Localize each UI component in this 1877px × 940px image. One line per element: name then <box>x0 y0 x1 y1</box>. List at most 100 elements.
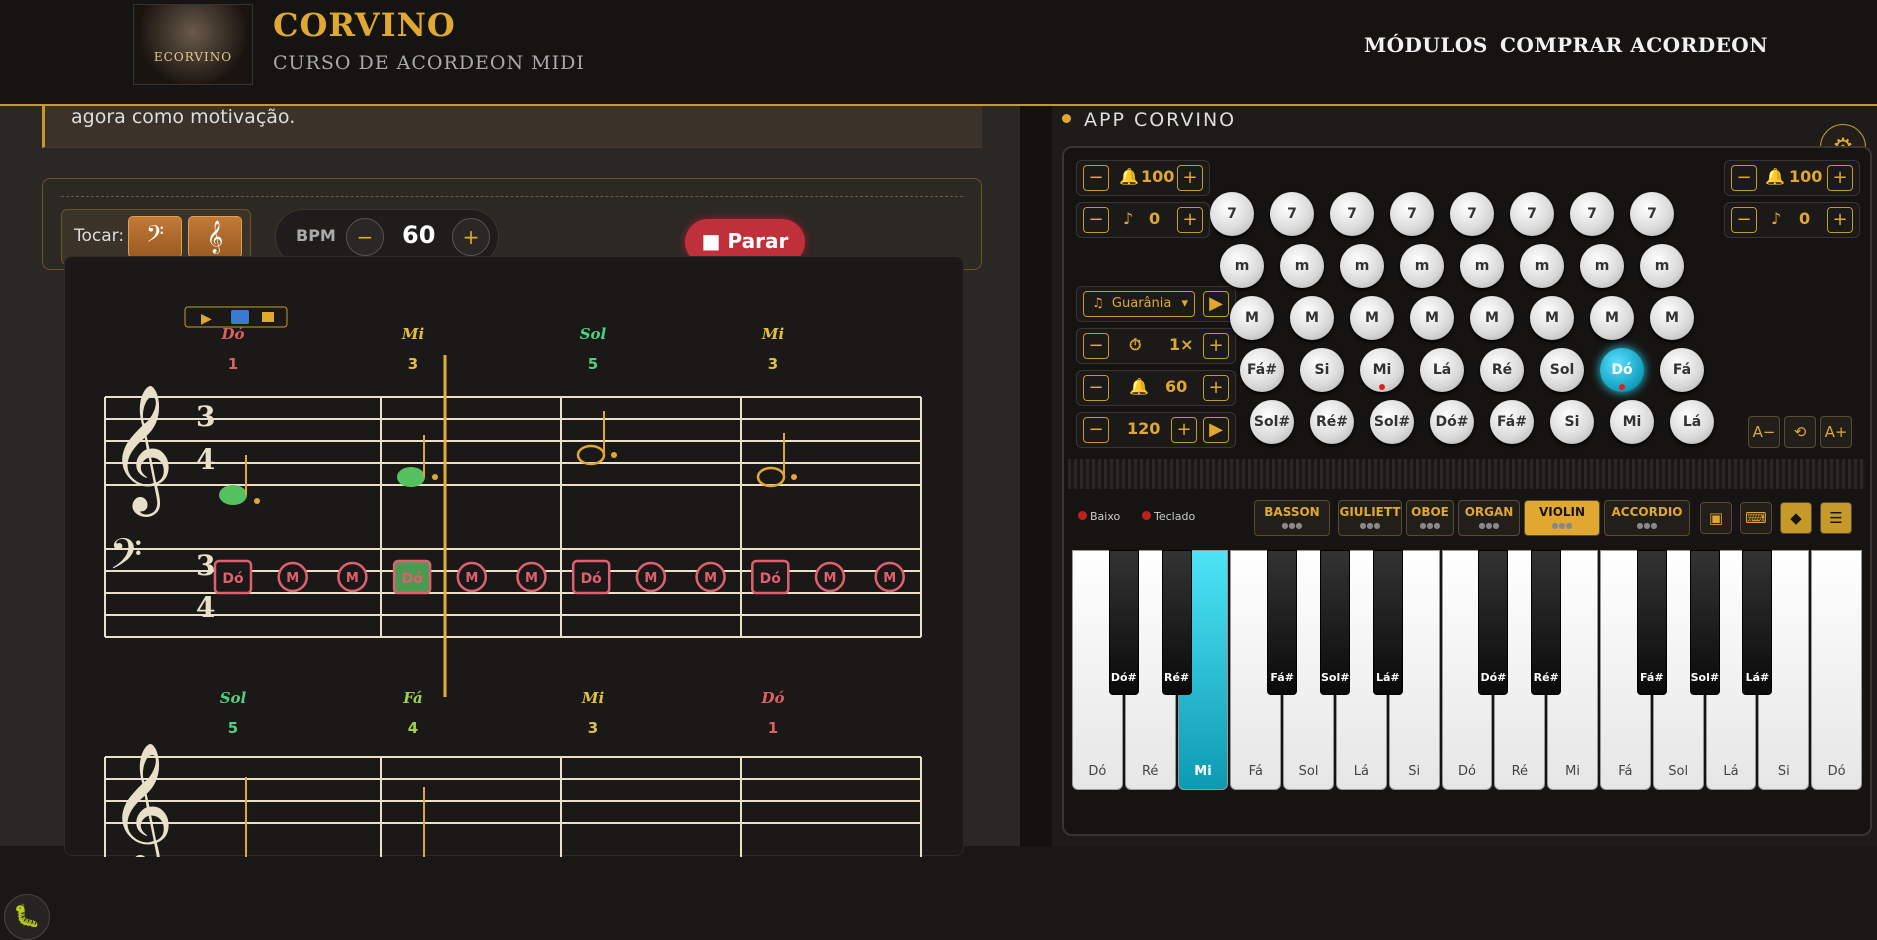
bass-button-rowM-1[interactable]: M <box>1290 296 1334 340</box>
bass-button-row7-0[interactable]: 7 <box>1210 192 1254 236</box>
toggle-baixo[interactable]: Baixo <box>1078 510 1120 523</box>
bass-button-rowM-7[interactable]: M <box>1650 296 1694 340</box>
piano-key-black-3[interactable]: Sol# <box>1320 550 1350 695</box>
bpm-decrease-button[interactable]: − <box>346 218 384 256</box>
rhythm-select[interactable]: ♫ Guarânia ▾ <box>1083 291 1195 317</box>
rhythm-play-button[interactable]: ▶ <box>1203 291 1229 317</box>
bass-button-rowm-5[interactable]: m <box>1520 244 1564 288</box>
piano-key-black-9[interactable]: Lá# <box>1742 550 1773 695</box>
bass-button-row_cb-7[interactable]: Lá <box>1670 400 1714 444</box>
nav-comprar-acordeon[interactable]: COMPRAR ACORDEON <box>1500 33 1768 57</box>
left-volume-plus[interactable]: + <box>1177 165 1203 191</box>
bass-button-row_fund-4[interactable]: Ré <box>1480 348 1524 392</box>
tempo-plus[interactable]: + <box>1171 417 1197 443</box>
font-smaller-button[interactable]: A− <box>1748 416 1780 448</box>
tempo-play-button[interactable]: ▶ <box>1203 417 1229 443</box>
metronome-volume-value: 60 <box>1165 377 1188 396</box>
bass-button-rowm-6[interactable]: m <box>1580 244 1624 288</box>
bass-button-label: M <box>1365 310 1379 326</box>
bass-button-rowm-0[interactable]: m <box>1220 244 1264 288</box>
register-accordio[interactable]: ACCORDIO ●●● <box>1604 500 1690 536</box>
left-transpose-minus[interactable]: − <box>1083 207 1109 233</box>
bass-button-row7-1[interactable]: 7 <box>1270 192 1314 236</box>
bass-button-row7-6[interactable]: 7 <box>1570 192 1614 236</box>
piano-key-label: Mi <box>1194 764 1212 779</box>
right-transpose-plus[interactable]: + <box>1827 207 1853 233</box>
bass-button-row7-3[interactable]: 7 <box>1390 192 1434 236</box>
bass-button-row_fund-1[interactable]: Si <box>1300 348 1344 392</box>
bass-button-rowm-3[interactable]: m <box>1400 244 1444 288</box>
bass-button-row_fund-6[interactable]: Dó <box>1600 348 1644 392</box>
piano-key-black-7[interactable]: Fá# <box>1636 550 1667 695</box>
bass-button-row_cb-2[interactable]: Sol# <box>1370 400 1414 444</box>
tag-icon[interactable]: ◆ <box>1780 502 1812 534</box>
speed-minus[interactable]: − <box>1083 333 1109 359</box>
bass-button-rowm-4[interactable]: m <box>1460 244 1504 288</box>
bass-button-row_cb-6[interactable]: Mi <box>1610 400 1654 444</box>
bass-button-row_cb-3[interactable]: Dó# <box>1430 400 1474 444</box>
bass-button-row7-2[interactable]: 7 <box>1330 192 1374 236</box>
bass-button-rowM-5[interactable]: M <box>1530 296 1574 340</box>
bass-button-row_cb-1[interactable]: Ré# <box>1310 400 1354 444</box>
bass-button-row7-5[interactable]: 7 <box>1510 192 1554 236</box>
bass-clef-button[interactable]: 𝄢 <box>128 216 182 258</box>
bass-button-rowM-0[interactable]: M <box>1230 296 1274 340</box>
bass-button-rowm-2[interactable]: m <box>1340 244 1384 288</box>
bass-button-row_cb-5[interactable]: Si <box>1550 400 1594 444</box>
left-volume-minus[interactable]: − <box>1083 165 1109 191</box>
bass-button-rowM-4[interactable]: M <box>1470 296 1514 340</box>
bass-button-row_fund-5[interactable]: Sol <box>1540 348 1584 392</box>
piano-key-label: Lá# <box>1375 671 1400 684</box>
tempo-minus[interactable]: − <box>1083 417 1109 443</box>
bass-button-row7-4[interactable]: 7 <box>1450 192 1494 236</box>
bass-button-row7-7[interactable]: 7 <box>1630 192 1674 236</box>
right-volume-minus[interactable]: − <box>1731 165 1757 191</box>
register-giuliett[interactable]: GIULIETT ●●● <box>1338 500 1402 536</box>
bass-button-rowM-6[interactable]: M <box>1590 296 1634 340</box>
right-transpose-minus[interactable]: − <box>1731 207 1757 233</box>
right-volume-plus[interactable]: + <box>1827 165 1853 191</box>
bellows-grille <box>1068 459 1866 489</box>
piano-key-label: Si <box>1777 764 1790 779</box>
register-bar: Baixo Teclado BASSON ●●● GIULIETT ●●● OBOE ●●… <box>1068 500 1866 542</box>
bug-icon[interactable]: 🐛 <box>4 894 50 940</box>
piano-key-black-2[interactable]: Fá# <box>1267 550 1298 695</box>
piano-key-black-5[interactable]: Dó# <box>1478 550 1509 695</box>
display-icon[interactable]: ▣ <box>1700 502 1732 534</box>
bass-button-row_fund-3[interactable]: Lá <box>1420 348 1464 392</box>
bass-button-row_cb-0[interactable]: Sol# <box>1250 400 1294 444</box>
bass-button-rowM-2[interactable]: M <box>1350 296 1394 340</box>
piano-key-black-6[interactable]: Ré# <box>1531 550 1562 695</box>
bass-button-row_cb-4[interactable]: Fá# <box>1490 400 1534 444</box>
metronome-volume-plus[interactable]: + <box>1203 375 1229 401</box>
toggle-teclado[interactable]: Teclado <box>1142 510 1195 523</box>
note-head <box>756 466 786 488</box>
keyboard-icon[interactable]: ⌨ <box>1740 502 1772 534</box>
bpm-increase-button[interactable]: + <box>452 218 490 256</box>
bass-button-rowm-7[interactable]: m <box>1640 244 1684 288</box>
speed-stepper: − ⏱ 1× + <box>1076 328 1236 364</box>
register-oboe[interactable]: OBOE ●●● <box>1406 500 1454 536</box>
metronome-volume-minus[interactable]: − <box>1083 375 1109 401</box>
piano-key-dó-14[interactable]: Dó <box>1811 550 1862 790</box>
bass-button-row_fund-0[interactable]: Fá# <box>1240 348 1284 392</box>
menu-icon[interactable]: ☰ <box>1820 502 1852 534</box>
register-organ[interactable]: ORGAN ●●● <box>1458 500 1520 536</box>
register-basson[interactable]: BASSON ●●● <box>1254 500 1330 536</box>
font-larger-button[interactable]: A+ <box>1820 416 1852 448</box>
bass-button-rowM-3[interactable]: M <box>1410 296 1454 340</box>
piano-key-black-1[interactable]: Ré# <box>1161 550 1192 695</box>
piano-key-black-0[interactable]: Dó# <box>1108 550 1139 695</box>
left-transpose-plus[interactable]: + <box>1177 207 1203 233</box>
reset-icon[interactable]: ⟲ <box>1784 416 1816 448</box>
bass-button-rowm-1[interactable]: m <box>1280 244 1324 288</box>
logo[interactable]: ECORVINO <box>133 4 253 85</box>
register-violin[interactable]: VIOLIN ●●● <box>1524 500 1600 536</box>
bass-button-row_fund-2[interactable]: Mi <box>1360 348 1404 392</box>
piano-key-black-4[interactable]: Lá# <box>1372 550 1403 695</box>
bass-button-row_fund-7[interactable]: Fá <box>1660 348 1704 392</box>
piano-key-black-8[interactable]: Sol# <box>1689 550 1720 695</box>
treble-clef-button[interactable]: 𝄞 <box>188 216 242 258</box>
speed-plus[interactable]: + <box>1203 333 1229 359</box>
nav-modulos[interactable]: MÓDULOS <box>1364 33 1488 57</box>
